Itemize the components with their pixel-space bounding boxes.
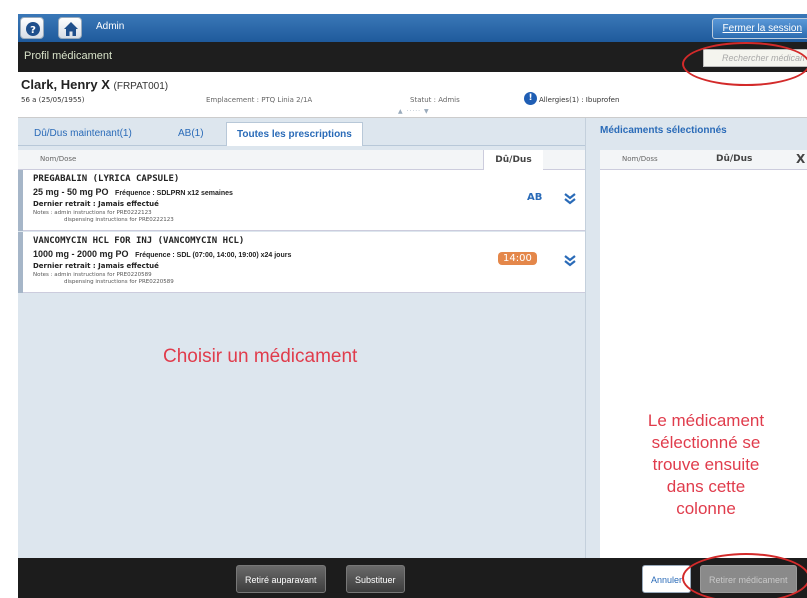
user-label: Admin — [96, 21, 125, 32]
header-expander[interactable]: ▲ ····· ▼ — [398, 108, 430, 115]
home-button[interactable] — [58, 17, 82, 39]
patient-name: Clark, Henry X — [21, 77, 110, 92]
patient-header: Clark, Henry X (FRPAT001) 56 a (25/05/19… — [18, 72, 807, 118]
annotation-line: dans cette — [666, 477, 746, 496]
substitute-button[interactable]: Substituer — [346, 565, 405, 593]
annotation-line: colonne — [676, 499, 736, 518]
column-due[interactable]: Dû/Dus — [483, 150, 543, 170]
medication-frequency: Fréquence : SDL (07:00, 14:00, 19:00) x2… — [135, 252, 292, 259]
help-button[interactable]: ? — [20, 17, 44, 39]
list-header: Nom/Dose Dû/Dus — [18, 150, 585, 170]
page-title: Profil médicament — [24, 50, 113, 62]
medication-search: ✕ — [703, 49, 807, 67]
remove-all-icon[interactable]: X — [796, 152, 805, 166]
column-due: Dû/Dus — [716, 154, 753, 164]
patient-status: Statut : Admis — [410, 96, 460, 104]
medication-dose-line: 25 mg - 50 mg PO Fréquence : SDLPRN x12 … — [33, 187, 233, 197]
selected-list-header: Nom/Doss Dû/Dus X — [600, 150, 807, 170]
due-status: AB — [527, 192, 543, 203]
note-admin: Notes : admin instructions for PRE022212… — [33, 210, 152, 216]
note-dispensing: dispensing instructions for PRE0220589 — [64, 279, 174, 285]
note-admin: Notes : admin instructions for PRE022058… — [33, 272, 152, 278]
remove-medication-button[interactable]: Retirer médicament — [700, 565, 797, 593]
due-time-badge: 14:00 — [498, 252, 537, 265]
selected-medications-panel: Médicaments sélectionnés Nom/Doss Dû/Dus… — [585, 118, 807, 558]
medication-dose: 1000 mg - 2000 mg PO — [33, 249, 129, 259]
top-bar: ? Admin Fermer la session — [18, 14, 807, 42]
medication-notes: Notes : admin instructions for PRE022058… — [33, 272, 174, 286]
selected-column-annotation: Le médicament sélectionné se trouve ensu… — [606, 410, 806, 520]
annotation-line: sélectionné se — [651, 433, 761, 452]
search-input[interactable] — [704, 50, 804, 66]
footer-bar: Retiré auparavant Substituer Annuler Ret… — [18, 558, 807, 598]
choose-medication-annotation: Choisir un médicament — [163, 346, 358, 367]
last-removal: Dernier retrait : Jamais effectué — [33, 262, 159, 270]
previously-removed-button[interactable]: Retiré auparavant — [236, 565, 326, 593]
annotation-line: trouve ensuite — [652, 455, 760, 474]
patient-allergies[interactable]: Allergies(1) : Ibuprofen — [539, 96, 619, 104]
column-name-dose: Nom/Doss — [622, 155, 658, 163]
patient-location: Emplacement : PTQ Linia 2/1A — [206, 96, 313, 104]
title-bar: Profil médicament ✕ — [18, 42, 807, 72]
allergy-alert-icon: ! — [524, 92, 537, 105]
prescriptions-panel: Dû/Dus maintenant(1) AB(1) Toutes les pr… — [18, 118, 585, 558]
tab-bar: Dû/Dus maintenant(1) AB(1) Toutes les pr… — [18, 118, 585, 146]
tab-due-now[interactable]: Dû/Dus maintenant(1) — [24, 122, 142, 146]
home-icon — [64, 22, 78, 36]
row-indicator — [18, 170, 23, 231]
tab-all-prescriptions[interactable]: Toutes les prescriptions — [226, 122, 363, 146]
last-removal: Dernier retrait : Jamais effectué — [33, 200, 159, 208]
annotation-line: Le médicament — [647, 411, 765, 430]
medication-frequency: Fréquence : SDLPRN x12 semaines — [115, 190, 233, 197]
medication-name: PREGABALIN (LYRICA CAPSULE) — [33, 174, 180, 184]
medication-dose-line: 1000 mg - 2000 mg PO Fréquence : SDL (07… — [33, 249, 291, 259]
medication-notes: Notes : admin instructions for PRE022212… — [33, 210, 174, 224]
note-dispensing: dispensing instructions for PRE0222123 — [64, 217, 174, 223]
medication-list: Nom/Dose Dû/Dus PREGABALIN (LYRICA CAPSU… — [18, 150, 585, 558]
patient-age-dob: 56 a (25/05/1955) — [21, 96, 85, 104]
medication-profile-screen: ? Admin Fermer la session Profil médicam… — [0, 0, 807, 598]
medication-row[interactable]: PREGABALIN (LYRICA CAPSULE) 25 mg - 50 m… — [18, 170, 585, 231]
tab-ab[interactable]: AB(1) — [168, 122, 214, 146]
selected-panel-title: Médicaments sélectionnés — [600, 125, 727, 136]
medication-dose: 25 mg - 50 mg PO — [33, 187, 109, 197]
help-icon: ? — [26, 22, 40, 36]
chevron-double-down-icon[interactable] — [563, 254, 577, 268]
patient-id: (FRPAT001) — [113, 81, 169, 92]
row-indicator — [18, 232, 23, 293]
svg-text:?: ? — [30, 25, 36, 36]
cancel-button[interactable]: Annuler — [642, 565, 692, 593]
column-name-dose: Nom/Dose — [40, 155, 77, 163]
medication-row[interactable]: VANCOMYCIN HCL FOR INJ (VANCOMYCIN HCL) … — [18, 232, 585, 293]
logout-button[interactable]: Fermer la session — [711, 18, 807, 39]
medication-name: VANCOMYCIN HCL FOR INJ (VANCOMYCIN HCL) — [33, 236, 245, 246]
chevron-double-down-icon[interactable] — [563, 192, 577, 206]
patient-name-line: Clark, Henry X (FRPAT001) — [21, 77, 168, 92]
